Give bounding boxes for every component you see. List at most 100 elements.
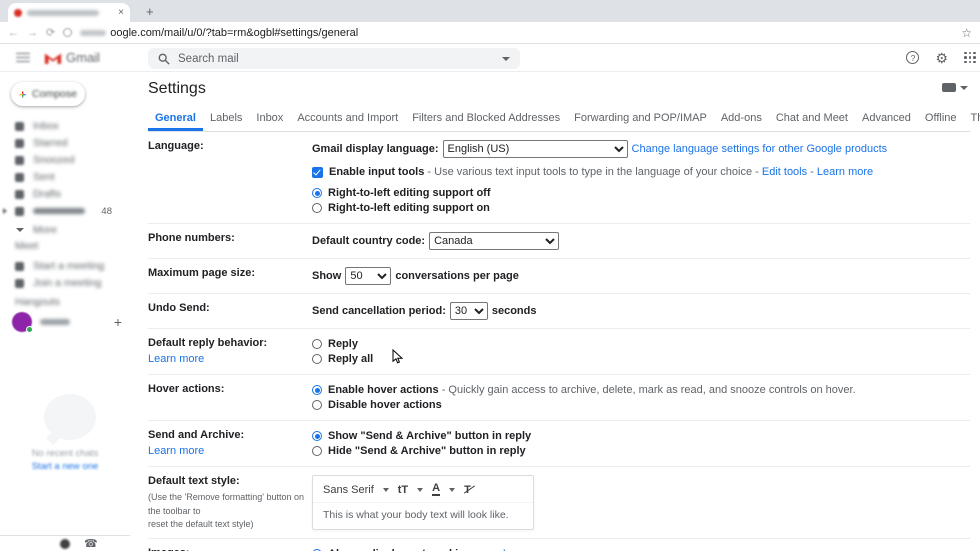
enable-input-tools-checkbox[interactable] xyxy=(312,166,323,178)
rtl-off-radio[interactable] xyxy=(312,188,322,198)
settings-row-language: Language: Gmail display language: Englis… xyxy=(148,132,970,224)
text-style-note: (Use the 'Remove formatting' button on t… xyxy=(148,492,305,529)
url-text[interactable]: oogle.com/mail/u/0/?tab=rm&ogbl#settings… xyxy=(110,27,358,39)
hangouts-section-header: Hangouts xyxy=(15,296,60,308)
search-input[interactable] xyxy=(178,52,478,65)
display-language-select[interactable]: English (US) xyxy=(442,140,628,158)
rtl-on-radio[interactable] xyxy=(312,203,322,213)
change-language-link[interactable]: Change language settings for other Googl… xyxy=(632,143,888,155)
compose-label: Compose xyxy=(32,88,77,100)
tab-offline[interactable]: Offline xyxy=(918,106,964,131)
tab-advanced[interactable]: Advanced xyxy=(855,106,918,131)
text-style-sample: This is what your body text will look li… xyxy=(323,509,509,521)
settings-row-undo-send: Undo Send: Send cancellation period: 30 … xyxy=(148,294,970,329)
search-options-icon[interactable] xyxy=(502,56,510,61)
tab-labels[interactable]: Labels xyxy=(203,106,249,131)
show-send-archive-radio[interactable] xyxy=(312,431,322,441)
gmail-logo[interactable]: Gmail xyxy=(44,50,100,65)
reload-icon[interactable]: ⟳ xyxy=(46,26,55,39)
row-label: Hover actions: xyxy=(148,383,225,395)
row-label: Phone numbers: xyxy=(148,232,235,244)
url-blurred-prefix xyxy=(80,29,107,36)
tab-themes[interactable]: Themes xyxy=(964,106,980,131)
sidebar-item-sent[interactable]: Sent xyxy=(0,169,120,185)
row-label: Default text style: xyxy=(148,475,240,487)
tab-title-blurred xyxy=(27,9,99,16)
font-family-select[interactable]: Sans Serif xyxy=(323,484,374,496)
start-new-chat-link[interactable]: Start a new one xyxy=(0,461,130,472)
back-icon[interactable]: ← xyxy=(8,27,19,39)
reply-learn-more-link[interactable]: Learn more xyxy=(148,353,204,365)
row-label: Maximum page size: xyxy=(148,267,255,279)
sidebar-item-inbox[interactable]: Inbox xyxy=(0,118,120,134)
profile-name-blurred xyxy=(40,319,70,325)
main-menu-icon[interactable] xyxy=(16,52,30,63)
tab-inbox[interactable]: Inbox xyxy=(249,106,290,131)
page-size-select[interactable]: 50 xyxy=(345,267,392,285)
help-icon[interactable]: ? xyxy=(906,51,920,64)
tab-accounts-and-import[interactable]: Accounts and Import xyxy=(290,106,405,131)
settings-row-default-text-style: Default text style: (Use the 'Remove for… xyxy=(148,467,970,539)
row-label: Default reply behavior: xyxy=(148,337,268,349)
sidebar-item-join-meeting[interactable]: Join a meeting xyxy=(0,275,120,291)
text-color-icon[interactable]: A xyxy=(432,483,441,496)
cancellation-period-select[interactable]: 30 xyxy=(449,302,488,320)
sidebar-item-start-meeting[interactable]: Start a meeting xyxy=(0,258,120,274)
gmail-sidebar: Compose Inbox Starred Snoozed Sent Draft… xyxy=(0,72,130,551)
presence-dot xyxy=(26,326,33,333)
input-tools-indicator[interactable] xyxy=(942,83,968,92)
chevron-down-icon[interactable] xyxy=(449,487,456,492)
new-conversation-button[interactable]: + xyxy=(114,314,122,330)
search-bar[interactable] xyxy=(148,48,520,69)
row-label: Images: xyxy=(148,547,312,551)
text-style-editor: Sans Serif tT A T This is what your body… xyxy=(312,475,534,530)
browser-tab[interactable]: × xyxy=(8,3,130,22)
chevron-down-icon[interactable] xyxy=(417,487,424,492)
hide-send-archive-radio[interactable] xyxy=(312,446,322,456)
settings-row-hover-actions: Hover actions: Enable hover actions - Qu… xyxy=(148,375,970,421)
sidebar-item-starred[interactable]: Starred xyxy=(0,135,120,151)
gmail-logo-text: Gmail xyxy=(66,50,100,65)
new-tab-button[interactable]: + xyxy=(140,2,160,21)
row-label: Language: xyxy=(148,140,204,152)
sidebar-item-account-label[interactable]: 48 xyxy=(0,203,120,219)
google-apps-icon[interactable] xyxy=(964,51,976,64)
sidebar-item-more[interactable]: More xyxy=(0,222,120,238)
sidebar-item-snoozed[interactable]: Snoozed xyxy=(0,152,120,168)
tab-chat-and-meet[interactable]: Chat and Meet xyxy=(769,106,855,131)
tab-general[interactable]: General xyxy=(148,106,203,131)
bookmark-star-icon[interactable]: ☆ xyxy=(961,26,972,40)
phone-icon[interactable]: ☎ xyxy=(84,537,98,550)
compose-button[interactable]: Compose xyxy=(11,82,85,106)
tab-forwarding-and-pop-imap[interactable]: Forwarding and POP/IMAP xyxy=(567,106,714,131)
country-code-label: Default country code: xyxy=(312,235,426,247)
edit-tools-link[interactable]: Edit tools xyxy=(762,166,807,178)
tab-add-ons[interactable]: Add-ons xyxy=(714,106,769,131)
send-archive-learn-more-link[interactable]: Learn more xyxy=(148,445,204,457)
hangouts-profile-row[interactable]: + xyxy=(0,312,130,336)
remove-formatting-icon[interactable]: T xyxy=(464,484,471,496)
inbox-icon xyxy=(15,121,24,131)
font-size-icon[interactable]: tT xyxy=(398,484,408,496)
hangouts-footer-bar: ☎ xyxy=(0,535,130,551)
chevron-down-icon[interactable] xyxy=(382,487,389,492)
settings-gear-icon[interactable]: ⚙ xyxy=(935,51,948,65)
sidebar-item-drafts[interactable]: Drafts xyxy=(0,186,120,202)
reply-radio[interactable] xyxy=(312,339,322,349)
forward-icon[interactable]: → xyxy=(27,27,38,39)
site-info-icon[interactable] xyxy=(63,28,73,37)
reply-all-radio[interactable] xyxy=(312,354,322,364)
keyboard-icon xyxy=(15,278,24,288)
settings-rows: Language: Gmail display language: Englis… xyxy=(148,132,970,551)
images-learn-more-link[interactable]: Learn more xyxy=(503,548,559,551)
gmail-m-icon xyxy=(44,53,62,64)
input-tools-learn-more-link[interactable]: Learn more xyxy=(817,166,873,178)
tab-close-icon[interactable]: × xyxy=(118,7,124,18)
settings-row-max-page-size: Maximum page size: Show 50 conversations… xyxy=(148,259,970,294)
enable-hover-radio[interactable] xyxy=(312,385,322,395)
person-status-icon[interactable] xyxy=(60,539,70,549)
tab-filters-and-blocked-addresses[interactable]: Filters and Blocked Addresses xyxy=(405,106,567,131)
disable-hover-radio[interactable] xyxy=(312,400,322,410)
country-code-select[interactable]: Canada xyxy=(429,232,560,250)
settings-tabs: General Labels Inbox Accounts and Import… xyxy=(148,106,980,132)
